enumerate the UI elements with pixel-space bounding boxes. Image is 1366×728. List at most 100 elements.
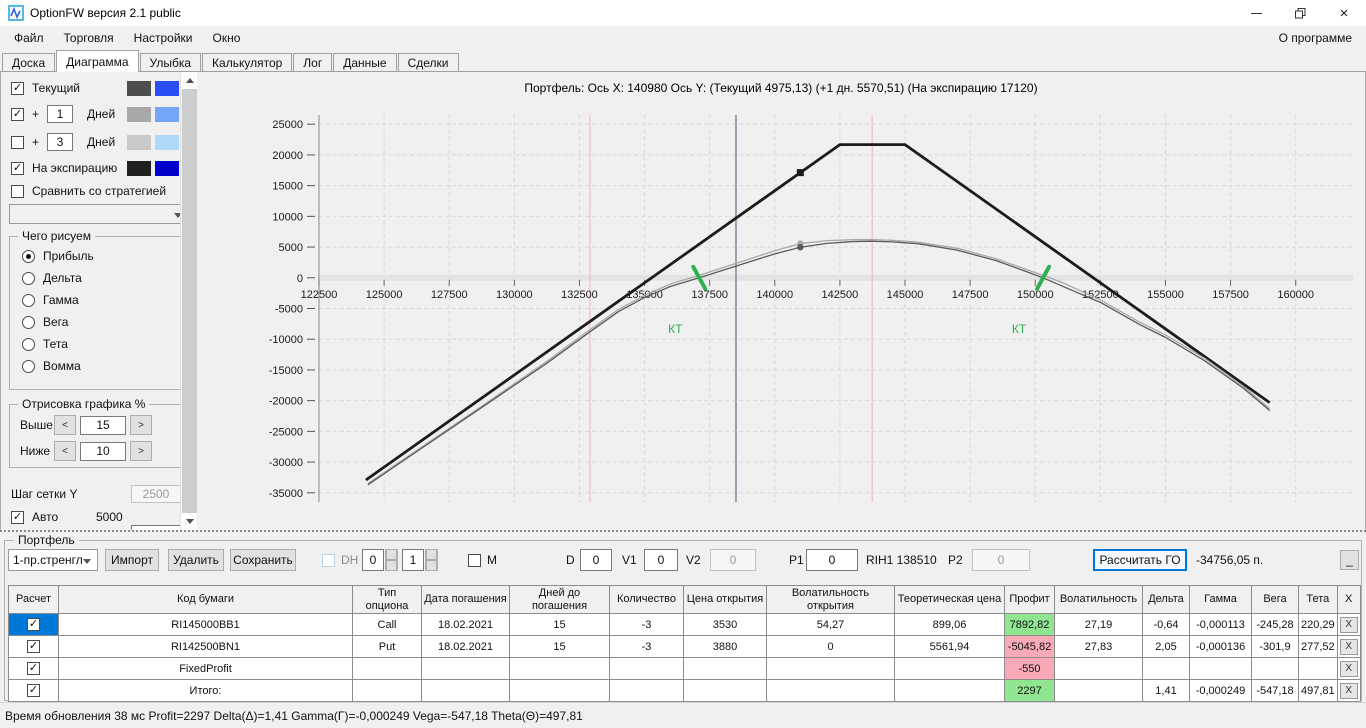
calc-margin-button[interactable]: Рассчитать ГО xyxy=(1093,549,1187,571)
row-calc-cell[interactable] xyxy=(8,635,59,658)
column-header[interactable]: Волатильность открытия xyxy=(766,585,895,614)
radio-profit-row[interactable]: Прибыль xyxy=(10,245,188,267)
dh-checkbox[interactable] xyxy=(322,553,335,567)
preset-dropdown[interactable]: 1-пр.стренгл xyxy=(8,549,98,571)
radio-theta[interactable] xyxy=(22,337,35,351)
below-value[interactable]: 10 xyxy=(80,441,126,461)
column-header[interactable]: Цена открытия xyxy=(683,585,767,614)
column-header[interactable]: Теоретическая цена xyxy=(894,585,1005,614)
strategy-dropdown[interactable] xyxy=(9,204,189,224)
save-button[interactable]: Сохранить xyxy=(230,549,296,571)
p1-input[interactable]: 0 xyxy=(806,549,858,571)
radio-theta-row[interactable]: Тета xyxy=(10,333,188,355)
menu-file[interactable]: Файл xyxy=(4,28,54,48)
above-increment-button[interactable]: > xyxy=(130,415,152,435)
radio-vega-row[interactable]: Вега xyxy=(10,311,188,333)
sidebar-scrollbar[interactable] xyxy=(180,72,197,530)
row-calc-checkbox[interactable] xyxy=(27,684,40,697)
current-checkbox[interactable] xyxy=(11,81,24,95)
plus3-checkbox[interactable] xyxy=(11,135,24,149)
row-calc-checkbox[interactable] xyxy=(27,640,40,653)
column-header[interactable]: Профит xyxy=(1004,585,1055,614)
minimize-button[interactable] xyxy=(1234,0,1278,26)
column-header[interactable]: Тета xyxy=(1298,585,1338,614)
spinner-2-down[interactable] xyxy=(425,560,438,571)
plus1-days-input[interactable]: 1 xyxy=(47,105,74,123)
tab-calculator[interactable]: Калькулятор xyxy=(202,53,293,72)
spinner-1-value[interactable]: 0 xyxy=(362,549,384,571)
row-calc-checkbox[interactable] xyxy=(27,618,40,631)
row-calc-cell[interactable] xyxy=(8,613,59,636)
current-color-swatch-1[interactable] xyxy=(127,80,151,96)
menu-settings[interactable]: Настройки xyxy=(124,28,203,48)
plus3-days-input[interactable]: 3 xyxy=(47,133,74,151)
menu-trading[interactable]: Торговля xyxy=(54,28,124,48)
tab-smile[interactable]: Улыбка xyxy=(139,53,202,72)
below-decrement-button[interactable]: < xyxy=(54,441,76,461)
radio-vomma-row[interactable]: Вомма xyxy=(10,355,188,377)
column-header[interactable]: Расчет xyxy=(8,585,59,614)
radio-profit[interactable] xyxy=(22,249,35,263)
spinner-2-up[interactable] xyxy=(425,549,438,560)
scroll-down-button[interactable] xyxy=(181,513,197,530)
d-input[interactable]: 0 xyxy=(580,549,612,571)
scroll-up-button[interactable] xyxy=(181,72,197,89)
column-header[interactable]: Гамма xyxy=(1189,585,1252,614)
plus1-color-swatch-2[interactable] xyxy=(155,106,179,122)
below-increment-button[interactable]: > xyxy=(130,441,152,461)
row-delete-button[interactable]: X xyxy=(1339,638,1358,655)
plus1-checkbox[interactable] xyxy=(11,107,24,121)
tab-data[interactable]: Данные xyxy=(333,53,397,72)
restore-button[interactable] xyxy=(1278,0,1322,26)
radio-vomma[interactable] xyxy=(22,359,35,373)
column-header[interactable]: Волатильность xyxy=(1054,585,1143,614)
radio-delta[interactable] xyxy=(22,271,35,285)
column-header[interactable]: Вега xyxy=(1251,585,1299,614)
v1-input[interactable]: 0 xyxy=(644,549,678,571)
grid-auto-checkbox[interactable] xyxy=(11,510,24,524)
column-header[interactable]: Тип опциона xyxy=(352,585,422,614)
radio-gamma[interactable] xyxy=(22,293,35,307)
p2-input[interactable]: 0 xyxy=(972,549,1030,571)
import-button[interactable]: Импорт xyxy=(105,549,159,571)
profit-chart[interactable]: 25000 20000 15000 10000 5000 0 -5000 -10000 -150… xyxy=(197,92,1366,530)
delete-button[interactable]: Удалить xyxy=(168,549,224,571)
compare-checkbox[interactable] xyxy=(11,184,24,198)
column-header[interactable]: X xyxy=(1336,585,1361,614)
tab-deals[interactable]: Сделки xyxy=(397,53,459,72)
expiry-color-swatch-1[interactable] xyxy=(127,160,151,176)
plus3-color-swatch-2[interactable] xyxy=(155,134,179,150)
row-calc-cell[interactable] xyxy=(8,679,59,702)
tab-board[interactable]: Доска xyxy=(2,53,56,72)
plus3-color-swatch-1[interactable] xyxy=(127,134,151,150)
m-checkbox[interactable] xyxy=(468,553,481,567)
radio-gamma-row[interactable]: Гамма xyxy=(10,289,188,311)
grid-step-input[interactable]: 2500 xyxy=(131,485,181,503)
radio-vega[interactable] xyxy=(22,315,35,329)
close-button[interactable]: × xyxy=(1322,0,1366,26)
column-header[interactable]: Дней до погашения xyxy=(509,585,610,614)
current-color-swatch-2[interactable] xyxy=(155,80,179,96)
radio-delta-row[interactable]: Дельта xyxy=(10,267,188,289)
v2-input[interactable]: 0 xyxy=(710,549,756,571)
column-header[interactable]: Количество xyxy=(609,585,684,614)
plus1-color-swatch-1[interactable] xyxy=(127,106,151,122)
row-delete-button[interactable]: X xyxy=(1339,616,1358,633)
row-calc-checkbox[interactable] xyxy=(27,662,40,675)
above-decrement-button[interactable]: < xyxy=(54,415,76,435)
row-calc-cell[interactable] xyxy=(8,657,59,680)
column-header[interactable]: Код бумаги xyxy=(58,585,353,614)
menu-about[interactable]: О программе xyxy=(1269,28,1362,48)
above-value[interactable]: 15 xyxy=(80,415,126,435)
row-delete-button[interactable]: X xyxy=(1339,660,1358,677)
expiry-checkbox[interactable] xyxy=(11,161,24,175)
row-delete-button[interactable]: X xyxy=(1339,682,1358,699)
spinner-1-down[interactable] xyxy=(385,560,398,571)
tab-log[interactable]: Лог xyxy=(293,53,333,72)
scroll-thumb[interactable] xyxy=(182,89,197,513)
tab-diagram[interactable]: Диаграмма xyxy=(56,50,139,72)
spinner-1-up[interactable] xyxy=(385,549,398,560)
spinner-2-value[interactable]: 1 xyxy=(402,549,424,571)
column-header[interactable]: Дата погашения xyxy=(421,585,510,614)
collapse-button[interactable]: _ xyxy=(1340,550,1359,570)
